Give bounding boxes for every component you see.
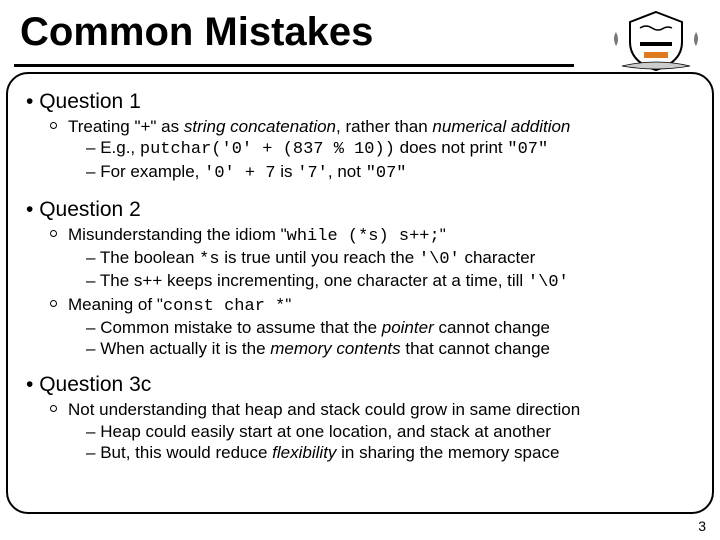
q2-bullet-2: Meaning of "const char *" [68, 294, 700, 317]
text-mono: *s [199, 250, 219, 269]
text: " [285, 295, 291, 314]
text-mono: "07" [507, 140, 548, 159]
text: But, this would reduce [100, 443, 272, 462]
text: that cannot change [401, 339, 550, 358]
q1-dash-2: For example, '0' + 7 is '7', not "07" [86, 161, 700, 184]
text-italic: numerical addition [432, 117, 570, 136]
q1-dash-1: E.g., putchar('0' + (837 % 10)) does not… [86, 137, 700, 160]
text: For example, [100, 162, 204, 181]
text: E.g., [100, 138, 140, 157]
text: Heap could easily start at one location,… [100, 422, 551, 441]
text: does not print [395, 138, 507, 157]
text-italic: pointer [382, 318, 434, 337]
q2-bullet-1: Misunderstanding the idiom "while (*s) s… [68, 224, 700, 247]
text: The s++ keeps incrementing, one characte… [100, 271, 528, 290]
text-mono: putchar('0' + (837 % 10)) [140, 140, 395, 159]
q2-heading: Question 2 [26, 198, 700, 222]
q2-dash-1: The boolean *s is true until you reach t… [86, 247, 700, 270]
title-underline [14, 64, 574, 67]
text-italic: memory contents [270, 339, 400, 358]
text-mono: '0' + 7 [204, 164, 275, 183]
text-italic: string concatenation [184, 117, 336, 136]
text: is true until you reach the [220, 248, 419, 267]
text: character [460, 248, 536, 267]
slide: Common Mistakes Question 1 Treating "+" … [0, 0, 720, 540]
q1-bullet-1: Treating "+" as string concatenation, ra… [68, 116, 700, 137]
text-mono: '\0' [528, 273, 569, 292]
text: Common mistake to assume that the [100, 318, 382, 337]
text: Not understanding that heap and stack co… [68, 400, 580, 419]
q2-dash-3: Common mistake to assume that the pointe… [86, 317, 700, 338]
text-mono: const char * [163, 297, 285, 316]
university-shield-logo [610, 8, 702, 74]
q2-dash-2: The s++ keeps incrementing, one characte… [86, 270, 700, 293]
text: " [440, 225, 446, 244]
page-number: 3 [698, 518, 706, 534]
text-mono: '7' [297, 164, 328, 183]
text: When actually it is the [100, 339, 270, 358]
slide-title: Common Mistakes [20, 10, 373, 55]
text-italic: flexibility [272, 443, 336, 462]
text: cannot change [434, 318, 550, 337]
text: is [276, 162, 298, 181]
text: Misunderstanding the idiom " [68, 225, 287, 244]
q2-dash-4: When actually it is the memory contents … [86, 338, 700, 359]
text: , rather than [336, 117, 432, 136]
text: Meaning of " [68, 295, 163, 314]
q3-bullet-1: Not understanding that heap and stack co… [68, 399, 700, 420]
text: , not [328, 162, 366, 181]
text-mono: "07" [366, 164, 407, 183]
text-mono: while (*s) s++; [287, 227, 440, 246]
text: The boolean [100, 248, 199, 267]
text: in sharing the memory space [336, 443, 559, 462]
q3-dash-1: Heap could easily start at one location,… [86, 421, 700, 442]
q3-heading: Question 3c [26, 373, 700, 397]
q1-heading: Question 1 [26, 90, 700, 114]
text-mono: '\0' [419, 250, 460, 269]
q3-dash-2: But, this would reduce flexibility in sh… [86, 442, 700, 463]
text: Treating "+" as [68, 117, 184, 136]
slide-body: Question 1 Treating "+" as string concat… [26, 84, 700, 506]
